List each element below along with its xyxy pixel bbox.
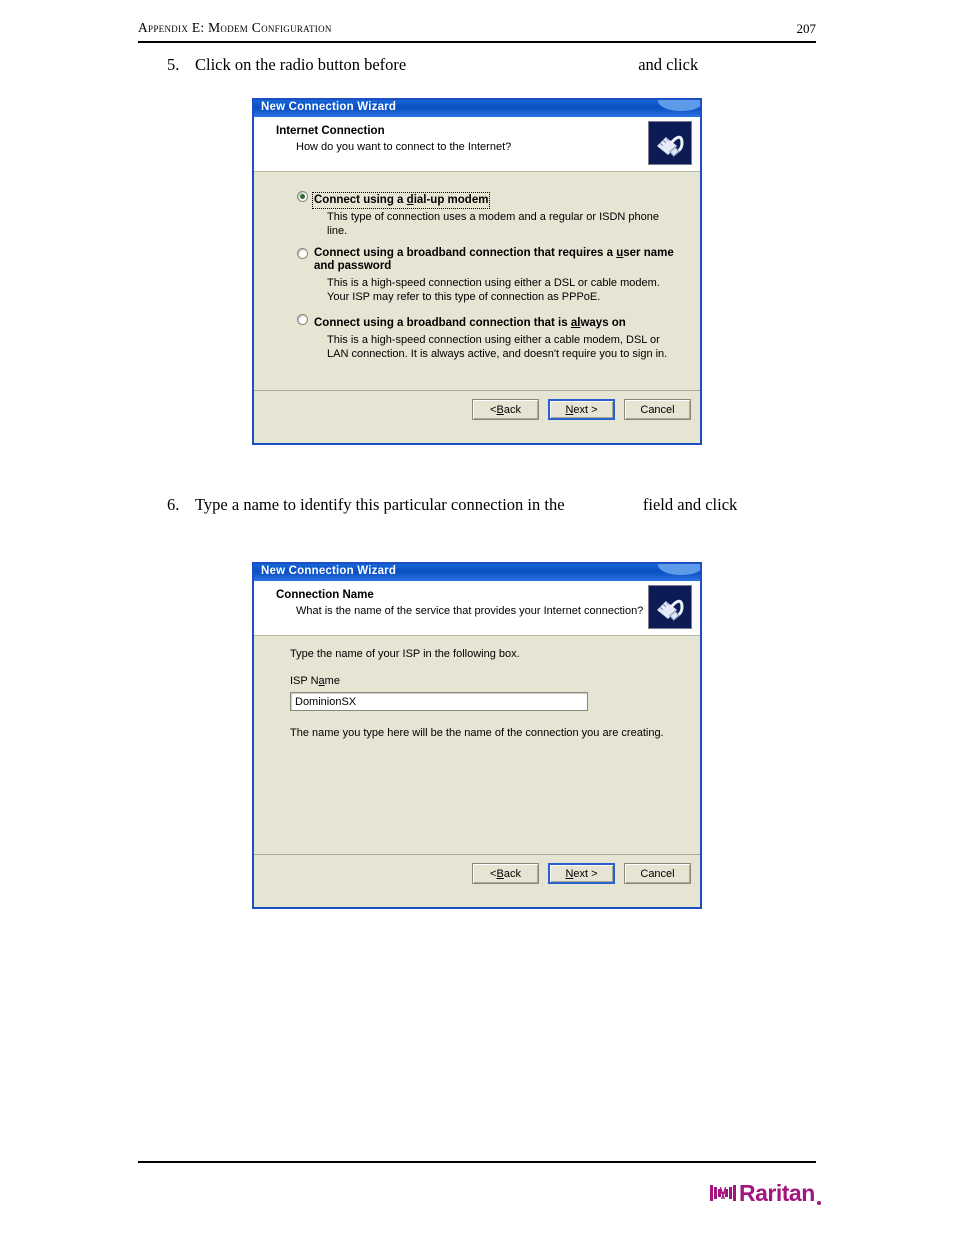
step-6-text-before: Type a name to identify this particular … xyxy=(195,495,565,514)
footer-rule xyxy=(138,1161,816,1163)
connection-type-radio-group[interactable]: Connect using a dial-up modem This type … xyxy=(297,190,677,370)
header-rule xyxy=(138,41,816,43)
wizard2-button-row: < Back Next > Cancel xyxy=(472,863,691,884)
cancel-button[interactable]: Cancel xyxy=(624,399,691,420)
isp-name-label: ISP Name xyxy=(290,675,340,687)
radio-option-broadband-credentials-description: This is a high-speed connection using ei… xyxy=(327,277,660,303)
radio-dial-up-indicator[interactable] xyxy=(297,191,308,202)
wizard1-titlebar[interactable]: New Connection Wizard xyxy=(254,100,700,117)
radio-option-broadband-credentials[interactable]: Connect using a broadband connection tha… xyxy=(297,247,677,304)
wizard2-body: Type the name of your ISP in the followi… xyxy=(254,636,700,854)
wizard1-header-title: Internet Connection xyxy=(276,125,385,137)
isp-name-input[interactable]: DominionSX xyxy=(290,692,588,711)
wizard1-button-row: < Back Next > Cancel xyxy=(472,399,691,420)
cancel-button[interactable]: Cancel xyxy=(624,863,691,884)
step-5-text: Click on the radio button before Connect… xyxy=(195,55,735,75)
radio-option-dial-up-label[interactable]: Connect using a dial-up modem xyxy=(311,192,491,209)
radio-option-broadband-always-on[interactable]: Connect using a broadband connection tha… xyxy=(297,313,677,361)
radio-option-dial-up[interactable]: Connect using a dial-up modem This type … xyxy=(297,190,677,238)
wizard2-header: Connection Name What is the name of the … xyxy=(254,581,700,636)
step-6-text-after: field and click xyxy=(642,495,738,514)
step-6-number: 6. xyxy=(167,495,180,514)
isp-name-form: Type the name of your ISP in the followi… xyxy=(290,648,670,739)
wizard2-header-subtitle: What is the name of the service that pro… xyxy=(296,605,644,617)
step-6-text: Type a name to identify this particular … xyxy=(195,495,774,515)
raritan-wordmark: Raritan xyxy=(739,1179,815,1206)
back-button[interactable]: < Back xyxy=(472,399,539,420)
raritan-mark-icon xyxy=(710,1185,736,1201)
wizard2-titlebar[interactable]: New Connection Wizard xyxy=(254,564,700,581)
radio-option-dial-up-description: This type of connection uses a modem and… xyxy=(327,211,660,237)
back-button[interactable]: < Back xyxy=(472,863,539,884)
wizard1-body: Connect using a dial-up modem This type … xyxy=(254,172,700,390)
wizard1-title: New Connection Wizard xyxy=(261,101,397,113)
radio-broadband-always-on-indicator[interactable] xyxy=(297,314,308,325)
network-plug-icon xyxy=(648,585,692,629)
step-5-text-after: and click xyxy=(638,55,699,74)
page-number: 207 xyxy=(796,21,817,36)
isp-instruction: Type the name of your ISP in the followi… xyxy=(290,648,520,660)
raritan-logo-dot xyxy=(816,1201,821,1205)
isp-name-note: The name you type here will be the name … xyxy=(290,727,664,739)
radio-option-broadband-always-on-description: This is a high-speed connection using ei… xyxy=(327,334,668,360)
raritan-logo: Raritan xyxy=(710,1178,821,1208)
wizard1-header-subtitle: How do you want to connect to the Intern… xyxy=(296,141,512,153)
step-5-hidden-term: Connect using a dial-up modem xyxy=(410,55,635,74)
step-5-text-before: Click on the radio button before xyxy=(195,55,407,74)
step-5-number: 5. xyxy=(167,55,180,74)
wizard1-footer: < Back Next > Cancel xyxy=(254,390,700,431)
wizard1-header: Internet Connection How do you want to c… xyxy=(254,117,700,172)
step-6-hidden-button: Next xyxy=(741,495,775,514)
new-connection-wizard-internet-connection[interactable]: New Connection Wizard Internet Connectio… xyxy=(252,98,702,445)
wizard2-header-title: Connection Name xyxy=(276,589,374,601)
next-button[interactable]: Next > xyxy=(548,399,615,420)
radio-broadband-credentials-indicator[interactable] xyxy=(297,248,308,259)
network-plug-icon xyxy=(648,121,692,165)
titlebar-gloss xyxy=(658,564,700,575)
titlebar-gloss xyxy=(658,100,700,111)
page-header-title: Appendix E: Modem Configuration xyxy=(138,20,332,35)
new-connection-wizard-connection-name[interactable]: New Connection Wizard Connection Name Wh… xyxy=(252,562,702,909)
wizard2-footer: < Back Next > Cancel xyxy=(254,854,700,895)
next-button[interactable]: Next > xyxy=(548,863,615,884)
radio-option-broadband-always-on-label[interactable]: Connect using a broadband connection tha… xyxy=(314,317,626,330)
wizard2-title: New Connection Wizard xyxy=(261,565,397,577)
step-6-hidden-term: ISP Name xyxy=(568,495,639,514)
radio-option-broadband-credentials-label[interactable]: Connect using a broadband connection tha… xyxy=(314,247,677,273)
step-5-hidden-button: Next xyxy=(702,55,736,74)
